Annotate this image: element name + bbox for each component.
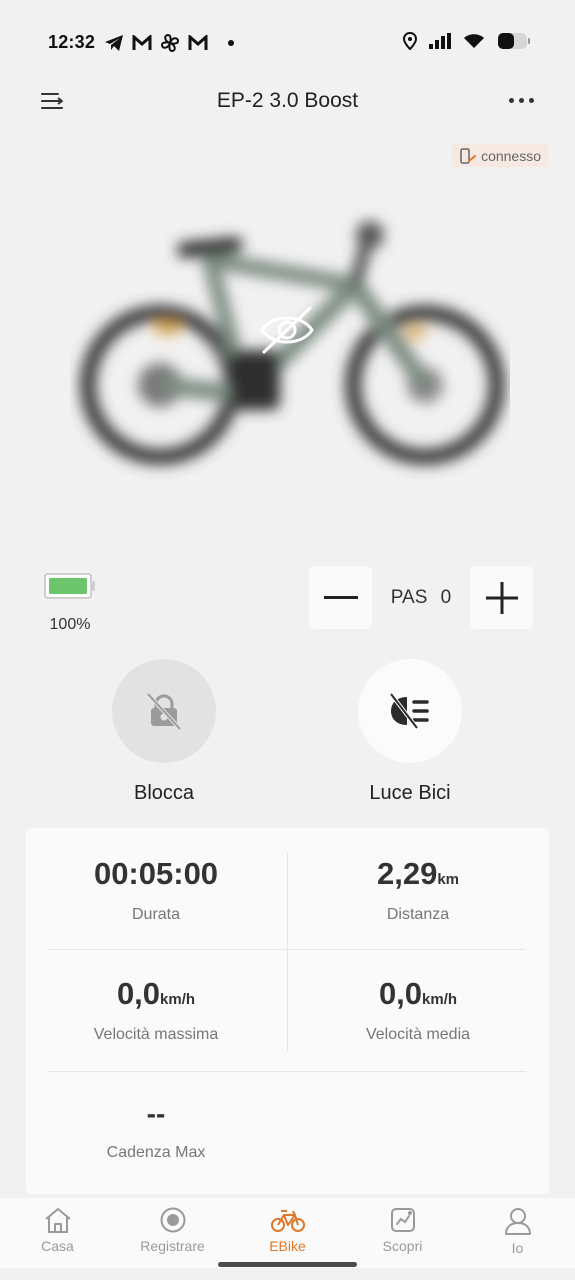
connection-badge: connesso (451, 144, 549, 167)
home-indicator (218, 1262, 357, 1267)
plus-icon (485, 581, 518, 614)
ride-stats-card: 00:05:00 Durata 2,29km Distanza 0,0km/h … (26, 828, 549, 1194)
more-dot (519, 97, 524, 103)
more-notifications-dot (228, 40, 234, 46)
stat-avg-speed: 0,0km/h Velocità media (288, 976, 548, 1044)
lock-button[interactable] (112, 659, 216, 763)
battery-icon (44, 573, 95, 599)
battery-percentage: 100% (49, 616, 91, 633)
battery-status-icon (498, 33, 530, 49)
bottom-strip (0, 1268, 575, 1280)
max-speed-unit: km/h (160, 991, 196, 1008)
distance-label: Distanza (386, 906, 450, 923)
nav-label: Registrare (140, 1238, 205, 1254)
status-bar: 12:32 (0, 0, 575, 82)
signal-icon (429, 33, 451, 49)
nav-label: Casa (41, 1238, 74, 1254)
light-label: Luce Bici (369, 782, 451, 804)
nav-item-io[interactable]: Io (460, 1198, 575, 1268)
discover-icon (390, 1208, 415, 1232)
avg-speed-unit: km/h (422, 991, 458, 1008)
stat-distance: 2,29km Distanza (288, 856, 548, 924)
distance-value: 2,29 (376, 856, 438, 891)
pas-level: PAS 0 (372, 587, 470, 609)
gmail-icon (132, 35, 152, 50)
nav-item-registrare[interactable]: Registrare (115, 1198, 230, 1268)
location-icon (403, 32, 417, 50)
status-time: 12:32 (48, 32, 96, 52)
cadence-label: Cadenza Max (106, 1144, 206, 1161)
duration-label: Durata (131, 906, 181, 923)
gmail-icon (188, 35, 208, 50)
nav-item-scopri[interactable]: Scopri (345, 1198, 460, 1268)
more-options-button[interactable] (509, 90, 535, 110)
phone-connected-icon (460, 147, 477, 164)
nav-label: Scopri (382, 1238, 423, 1254)
connection-status: connesso (481, 147, 541, 164)
nav-item-casa[interactable]: Casa (0, 1198, 115, 1268)
nav-label: EBike (269, 1238, 306, 1254)
pas-label: PAS (390, 587, 428, 608)
lock-label: Blocca (133, 782, 195, 804)
stats-divider (48, 1071, 526, 1072)
nav-label: Io (511, 1240, 524, 1256)
person-icon (504, 1208, 531, 1235)
more-dot (509, 97, 514, 103)
minus-icon (323, 595, 358, 599)
page-title: EP-2 3.0 Boost (216, 89, 359, 112)
avg-speed-label: Velocità media (365, 1026, 471, 1043)
telegram-icon (105, 35, 123, 51)
stat-duration: 00:05:00 Durata (26, 856, 286, 924)
bike-icon (270, 1210, 305, 1232)
more-dot (529, 97, 534, 103)
bike-image (80, 221, 505, 465)
pas-decrease-button[interactable] (309, 566, 372, 629)
stat-max-cadence: -- Cadenza Max (26, 1098, 286, 1162)
nav-item-ebike[interactable]: EBike (230, 1198, 345, 1268)
fan-icon (160, 33, 180, 53)
stat-max-speed: 0,0km/h Velocità massima (26, 976, 286, 1044)
lock-disabled-icon (146, 692, 182, 731)
bottom-nav: Casa Registrare EBike Scopri Io (0, 1198, 575, 1268)
bike-light-button[interactable] (358, 659, 462, 763)
max-speed-value: 0,0 (116, 976, 161, 1011)
pas-increase-button[interactable] (470, 566, 533, 629)
stats-divider (48, 949, 526, 950)
max-speed-label: Velocità massima (93, 1026, 219, 1043)
wifi-icon (464, 34, 484, 48)
home-icon (44, 1208, 71, 1233)
pas-value: 0 (440, 587, 452, 608)
cadence-value: -- (146, 1098, 166, 1129)
light-off-icon (389, 692, 429, 730)
record-icon (160, 1207, 185, 1233)
avg-speed-value: 0,0 (378, 976, 423, 1011)
notification-icons (104, 33, 234, 53)
distance-unit: km (437, 871, 460, 888)
duration-value: 00:05:00 (93, 856, 219, 891)
system-icons (403, 32, 531, 50)
